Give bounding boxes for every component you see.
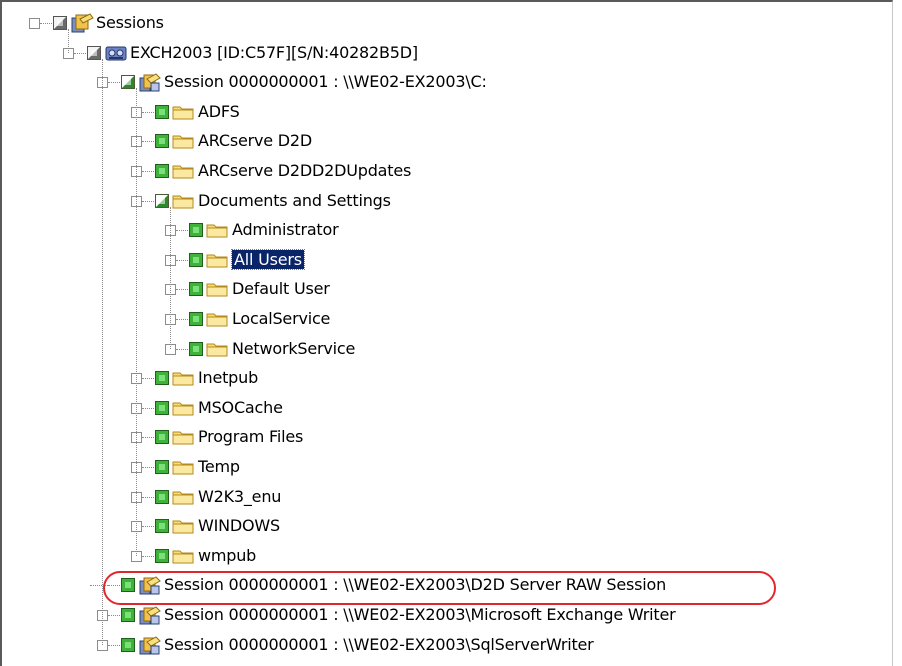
sessions-tree[interactable]: Sessions EXCH2003 [ID:C57F][S/N:40282B5D]… — [0, 0, 900, 666]
tree-node-all-users[interactable] — [0, 247, 890, 273]
tree-connector — [136, 88, 137, 556]
session-icon — [138, 634, 162, 660]
selection-checkbox[interactable] — [189, 312, 203, 326]
tree-node-label[interactable]: ADFS — [198, 102, 240, 121]
folder-icon — [206, 311, 228, 331]
tree-node-label[interactable]: WINDOWS — [198, 516, 280, 535]
folder-icon — [206, 341, 228, 361]
tree-node-label[interactable]: MSOCache — [198, 398, 283, 417]
selection-checkbox[interactable] — [189, 223, 203, 237]
selection-checkbox[interactable] — [155, 549, 169, 563]
tree-node-label[interactable]: Administrator — [232, 220, 339, 239]
tree-node-label[interactable]: Default User — [232, 279, 330, 298]
selection-checkbox[interactable] — [53, 16, 67, 30]
folder-icon — [172, 163, 194, 183]
tree-node-label[interactable]: Documents and Settings — [198, 191, 391, 210]
tree-node-label[interactable]: ARCserve D2D — [198, 131, 312, 150]
tree-node-administrator[interactable] — [0, 217, 890, 243]
tree-node-label[interactable]: Inetpub — [198, 368, 258, 387]
folder-icon — [172, 400, 194, 420]
selection-checkbox[interactable] — [155, 134, 169, 148]
folder-icon — [172, 370, 194, 390]
tree-node-networkservice[interactable] — [0, 336, 890, 362]
selection-checkbox[interactable] — [155, 105, 169, 119]
session-icon — [138, 71, 162, 97]
session-icon — [138, 604, 162, 630]
selection-checkbox[interactable] — [121, 638, 135, 652]
tree-node-default-user[interactable] — [0, 276, 890, 302]
tree-node-label[interactable]: Sessions — [96, 13, 164, 32]
tree-node-label[interactable]: All Users — [231, 249, 305, 270]
selection-checkbox[interactable] — [121, 608, 135, 622]
folder-icon — [206, 252, 228, 272]
tree-node-label[interactable]: W2K3_enu — [198, 487, 281, 506]
sessions-icon — [70, 12, 94, 38]
highlight-callout — [103, 571, 776, 605]
selection-checkbox[interactable] — [155, 194, 169, 208]
folder-icon — [172, 193, 194, 213]
tree-node-label[interactable]: LocalService — [232, 309, 330, 328]
collapse-icon[interactable] — [29, 18, 40, 29]
tree-connector — [170, 207, 171, 349]
tree-node-label[interactable]: EXCH2003 [ID:C57F][S/N:40282B5D] — [130, 43, 418, 62]
tree-node-label[interactable]: wmpub — [198, 546, 256, 565]
tree-node-label[interactable]: Temp — [198, 457, 240, 476]
folder-icon — [206, 281, 228, 301]
folder-icon — [172, 548, 194, 568]
selection-checkbox[interactable] — [155, 401, 169, 415]
server-tape-icon — [104, 42, 128, 68]
selection-checkbox[interactable] — [155, 430, 169, 444]
folder-icon — [172, 518, 194, 538]
folder-icon — [172, 104, 194, 124]
tree-node-label[interactable]: Program Files — [198, 427, 303, 446]
selection-checkbox[interactable] — [155, 164, 169, 178]
tree-node-label[interactable]: Session 0000000001 : \\WE02-EX2003\SqlSe… — [164, 635, 594, 654]
selection-checkbox[interactable] — [189, 342, 203, 356]
tree-node-label[interactable]: ARCserve D2DD2DUpdates — [198, 161, 411, 180]
tree-node-label[interactable]: Session 0000000001 : \\WE02-EX2003\Micro… — [164, 605, 676, 624]
selection-checkbox[interactable] — [155, 519, 169, 533]
folder-icon — [206, 222, 228, 242]
selection-checkbox[interactable] — [155, 460, 169, 474]
selection-checkbox[interactable] — [155, 371, 169, 385]
tree-node-localservice[interactable] — [0, 306, 890, 332]
selection-checkbox[interactable] — [189, 253, 203, 267]
tree-connector — [102, 59, 103, 645]
selection-checkbox[interactable] — [87, 46, 101, 60]
selection-checkbox[interactable] — [121, 75, 135, 89]
tree-node-label[interactable]: NetworkService — [232, 339, 355, 358]
folder-icon — [172, 429, 194, 449]
selection-checkbox[interactable] — [189, 282, 203, 296]
selection-checkbox[interactable] — [155, 490, 169, 504]
tree-connector — [68, 29, 69, 53]
folder-icon — [172, 489, 194, 509]
tree-node-label[interactable]: Session 0000000001 : \\WE02-EX2003\C: — [164, 72, 487, 91]
folder-icon — [172, 133, 194, 153]
folder-icon — [172, 459, 194, 479]
